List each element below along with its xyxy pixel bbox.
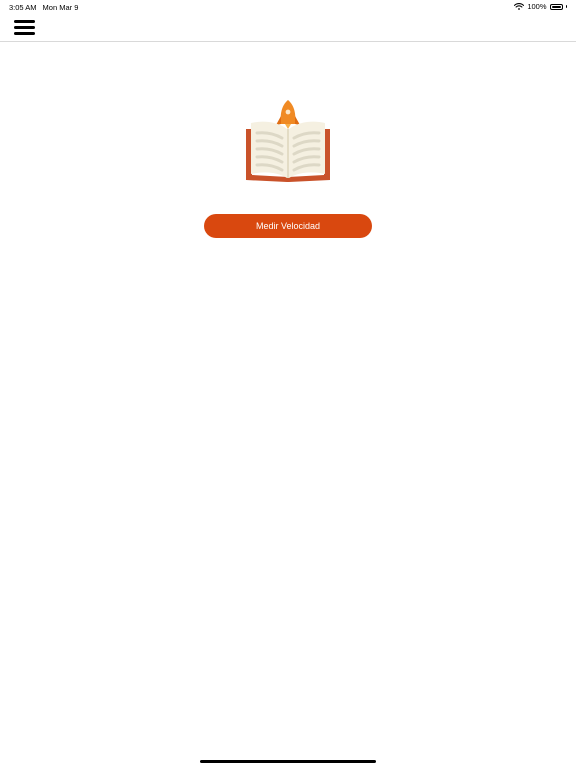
status-left: 3:05 AM Mon Mar 9 <box>9 3 78 12</box>
battery-cap <box>565 5 567 8</box>
status-date: Mon Mar 9 <box>42 3 79 12</box>
book-rocket-illustration <box>246 100 330 182</box>
status-right: 100% <box>514 2 567 11</box>
app-screen: 3:05 AM Mon Mar 9 100% Medir Velocidad <box>0 0 576 768</box>
menu-line-bottom <box>14 32 35 35</box>
menu-line-top <box>14 20 35 23</box>
navigation-bar <box>0 14 576 42</box>
book-icon <box>246 121 330 182</box>
status-bar: 3:05 AM Mon Mar 9 100% <box>0 0 576 14</box>
status-time: 3:05 AM <box>9 3 37 12</box>
rocket-icon <box>276 100 300 129</box>
measure-speed-label: Medir Velocidad <box>255 221 321 231</box>
wifi-icon <box>514 3 525 10</box>
home-indicator[interactable] <box>200 760 376 763</box>
battery-level-fill <box>551 5 561 8</box>
battery-percent: 100% <box>527 2 547 11</box>
measure-speed-button[interactable]: Medir Velocidad <box>204 214 372 238</box>
battery-icon <box>549 3 563 10</box>
menu-line-middle <box>14 26 35 29</box>
hamburger-menu-icon[interactable] <box>13 18 36 37</box>
